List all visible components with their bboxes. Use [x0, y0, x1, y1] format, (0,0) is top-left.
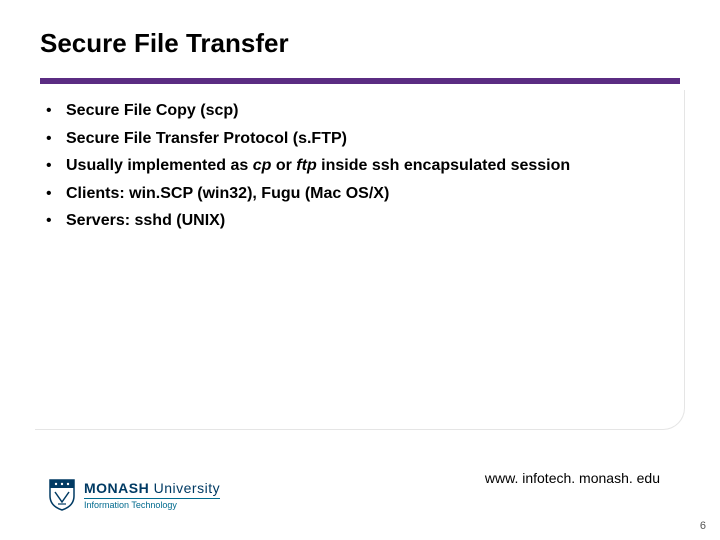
- shield-icon: [48, 478, 76, 512]
- bullet-emph: cp: [253, 157, 272, 174]
- logo-text: MONASH University Information Technology: [84, 481, 220, 510]
- bullet-item: Secure File Transfer Protocol (s.FTP): [40, 128, 680, 150]
- logo-sub: Information Technology: [84, 498, 220, 510]
- bullet-emph: ftp: [296, 157, 316, 174]
- page-number: 6: [700, 520, 706, 532]
- logo-main: MONASH University: [84, 481, 220, 495]
- monash-logo: MONASH University Information Technology: [48, 478, 220, 512]
- logo-main-bold: MONASH: [84, 480, 149, 496]
- slide-title: Secure File Transfer: [40, 28, 289, 59]
- bullet-item: Secure File Copy (scp): [40, 100, 680, 122]
- bullet-text: Servers: sshd (UNIX): [66, 212, 225, 229]
- bullet-item: Servers: sshd (UNIX): [40, 210, 680, 232]
- bullet-text: inside ssh encapsulated session: [317, 157, 570, 174]
- bullet-text: Usually implemented as: [66, 157, 253, 174]
- bullet-text: Clients: win.SCP (win32), Fugu (Mac OS/X…: [66, 185, 389, 202]
- bullet-text: or: [271, 157, 296, 174]
- content-area: Secure File Copy (scp) Secure File Trans…: [40, 100, 680, 238]
- footer: MONASH University Information Technology…: [0, 460, 720, 540]
- logo-main-rest: University: [149, 480, 220, 496]
- bullet-item: Usually implemented as cp or ftp inside …: [40, 155, 680, 177]
- bullet-list: Secure File Copy (scp) Secure File Trans…: [40, 100, 680, 232]
- footer-url: www. infotech. monash. edu: [485, 470, 660, 486]
- title-divider: [40, 78, 680, 84]
- slide: Secure File Transfer Secure File Copy (s…: [0, 0, 720, 540]
- bullet-item: Clients: win.SCP (win32), Fugu (Mac OS/X…: [40, 183, 680, 205]
- bullet-text: Secure File Copy (scp): [66, 102, 239, 119]
- bullet-text: Secure File Transfer Protocol (s.FTP): [66, 130, 347, 147]
